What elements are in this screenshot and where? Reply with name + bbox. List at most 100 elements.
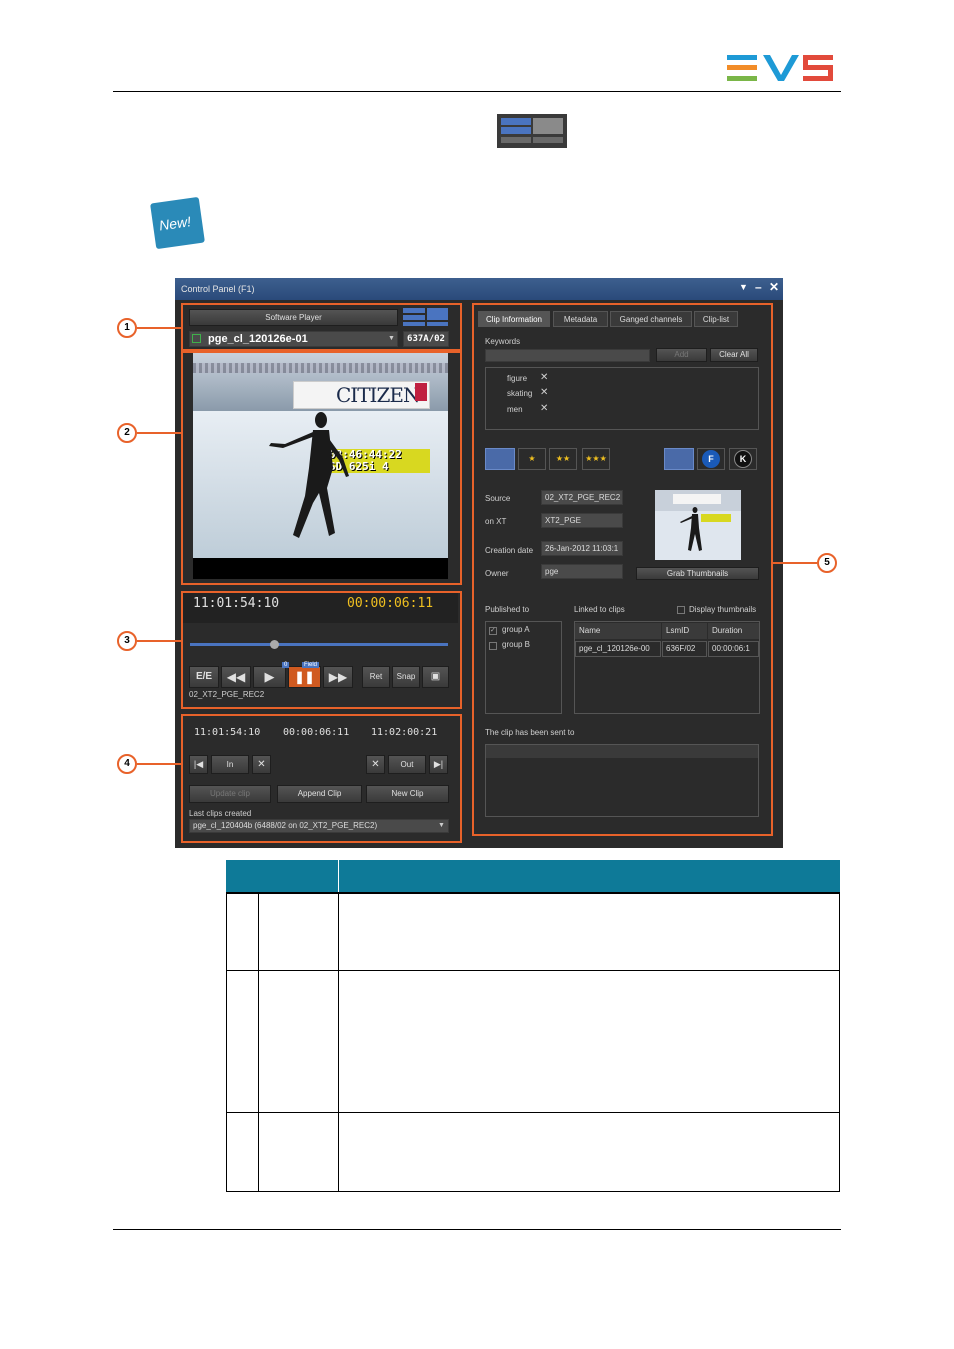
field-badge: Field bbox=[302, 662, 320, 668]
transport-timecode: 11:01:54:10 bbox=[193, 596, 280, 611]
display-thumbnails-label: Display thumbnails bbox=[689, 605, 757, 614]
group-b-label: group B bbox=[502, 640, 531, 649]
col-header-name[interactable]: Name bbox=[575, 623, 661, 639]
pause-icon[interactable]: ❚❚ bbox=[288, 666, 321, 688]
layout-mini-icon[interactable] bbox=[403, 308, 448, 326]
clip-status-icon bbox=[192, 334, 201, 343]
camera-icon[interactable]: ▣ bbox=[422, 666, 449, 688]
panel-titlebar: Control Panel (F1) ▼ – ✕ bbox=[175, 278, 783, 300]
onxt-label: on XT bbox=[485, 517, 507, 526]
last-clips-select[interactable]: pge_cl_120404b (6488/02 on 02_XT2_PGE_RE… bbox=[189, 819, 449, 833]
group-b-checkbox[interactable] bbox=[489, 642, 497, 650]
no-rating-button[interactable] bbox=[485, 448, 515, 470]
table-cell[interactable]: 00:00:06:1 bbox=[708, 641, 759, 657]
last-clip-value: pge_cl_120404b (6488/02 on 02_XT2_PGE_RE… bbox=[193, 821, 378, 830]
col-header-duration[interactable]: Duration bbox=[708, 623, 759, 639]
new-badge: New! bbox=[150, 196, 205, 250]
callout-line bbox=[137, 763, 181, 765]
table-rule bbox=[226, 970, 840, 971]
sent-to-label: The clip has been sent to bbox=[485, 728, 575, 737]
table-cell[interactable]: pge_cl_120126e-00 bbox=[575, 641, 661, 657]
minimize-icon[interactable]: – bbox=[755, 280, 762, 294]
add-keyword-button[interactable]: Add bbox=[656, 348, 707, 362]
keyword-input[interactable] bbox=[485, 349, 650, 362]
chevron-down-icon[interactable]: ▼ bbox=[438, 822, 445, 829]
no-flag-button[interactable] bbox=[664, 448, 694, 470]
close-icon[interactable]: ✕ bbox=[769, 280, 779, 294]
jog-slider[interactable] bbox=[190, 643, 448, 646]
tc-in: 11:01:54:10 bbox=[194, 727, 261, 738]
tab-clip-information[interactable]: Clip Information bbox=[478, 311, 550, 327]
remove-keyword-icon[interactable]: ✕ bbox=[540, 387, 548, 398]
display-thumbnails-checkbox[interactable] bbox=[677, 606, 685, 614]
rating-3-button[interactable]: ★★★ bbox=[582, 448, 610, 470]
clip-name-value: pge_cl_120126e-01 bbox=[208, 333, 308, 345]
callout-3: 3 bbox=[117, 631, 137, 651]
callout-line bbox=[137, 432, 181, 434]
col-header-lsmid[interactable]: LsmID bbox=[662, 623, 707, 639]
table-divider bbox=[839, 892, 840, 1192]
group-a-checkbox[interactable]: ✓ bbox=[489, 627, 497, 635]
callout-1: 1 bbox=[117, 318, 137, 338]
keyword-item: men bbox=[507, 405, 523, 414]
footer-rule bbox=[113, 1229, 841, 1230]
play-icon[interactable]: ▶ bbox=[253, 666, 286, 688]
f-flag-icon: F bbox=[702, 450, 720, 468]
rating-1-button[interactable]: ★ bbox=[518, 448, 546, 470]
keyword-item: skating bbox=[507, 389, 533, 398]
tc-out: 11:02:00:21 bbox=[371, 727, 438, 738]
return-button[interactable]: Ret bbox=[362, 666, 390, 688]
fast-forward-icon[interactable]: ▶▶ bbox=[323, 666, 353, 688]
video-viewer: CITIZEN 08:46:44:22 SD 625i 4 bbox=[193, 353, 448, 579]
table-cell[interactable]: 636F/02 bbox=[662, 641, 707, 657]
remove-keyword-icon[interactable]: ✕ bbox=[540, 403, 548, 414]
grab-thumbnails-button[interactable]: Grab Thumbnails bbox=[636, 567, 759, 580]
clear-out-icon[interactable]: ✕ bbox=[366, 755, 385, 774]
table-rule bbox=[226, 1112, 840, 1113]
thumbnail-skater bbox=[680, 507, 702, 551]
remove-keyword-icon[interactable]: ✕ bbox=[540, 372, 548, 383]
ee-button[interactable]: E/E bbox=[189, 666, 219, 688]
clip-id: 637A/02 bbox=[403, 331, 449, 347]
ad-board-text: CITIZEN bbox=[336, 383, 420, 407]
update-clip-button[interactable]: Update clip bbox=[189, 785, 271, 803]
sent-to-list bbox=[485, 744, 759, 817]
tc-duration: 00:00:06:11 bbox=[283, 727, 350, 738]
evs-logo bbox=[727, 55, 833, 81]
mark-out-button[interactable]: Out bbox=[388, 755, 426, 774]
header-rule bbox=[113, 91, 841, 92]
callout-line bbox=[771, 562, 817, 564]
clear-all-button[interactable]: Clear All bbox=[710, 348, 758, 362]
mark-in-button[interactable]: In bbox=[211, 755, 249, 774]
callout-5: 5 bbox=[817, 553, 837, 573]
table-header bbox=[226, 860, 840, 892]
dropdown-icon[interactable]: ▼ bbox=[739, 282, 748, 292]
append-clip-button[interactable]: Append Clip bbox=[277, 785, 362, 803]
new-clip-button[interactable]: New Clip bbox=[366, 785, 449, 803]
jog-slider-handle[interactable] bbox=[270, 640, 279, 649]
tab-clip-list[interactable]: Clip-list bbox=[694, 311, 738, 327]
table-rule bbox=[226, 1191, 840, 1192]
transport-duration: 00:00:06:11 bbox=[347, 596, 434, 611]
source-field: 02_XT2_PGE_REC2 bbox=[541, 490, 623, 505]
snap-button[interactable]: Snap bbox=[392, 666, 420, 688]
callout-line bbox=[137, 640, 181, 642]
published-to-label: Published to bbox=[485, 605, 530, 614]
chevron-down-icon[interactable]: ▼ bbox=[388, 335, 395, 342]
tab-metadata[interactable]: Metadata bbox=[553, 311, 608, 327]
rewind-icon[interactable]: ◀◀ bbox=[221, 666, 251, 688]
goto-out-icon[interactable]: ▶| bbox=[429, 755, 448, 774]
clear-in-icon[interactable]: ✕ bbox=[252, 755, 271, 774]
callout-line bbox=[137, 327, 181, 329]
owner-label: Owner bbox=[485, 569, 509, 578]
rating-2-button[interactable]: ★★ bbox=[549, 448, 577, 470]
table-divider bbox=[338, 892, 339, 1192]
clip-thumbnail bbox=[655, 490, 741, 560]
clip-name-select[interactable]: pge_cl_120126e-01 bbox=[189, 331, 398, 347]
table-divider bbox=[338, 860, 339, 892]
field-num-badge: 0 bbox=[282, 662, 290, 668]
channel-button[interactable]: Software Player bbox=[189, 309, 398, 326]
keyword-item: figure bbox=[507, 374, 528, 383]
tab-ganged-channels[interactable]: Ganged channels bbox=[610, 311, 692, 327]
goto-in-icon[interactable]: |◀ bbox=[189, 755, 208, 774]
